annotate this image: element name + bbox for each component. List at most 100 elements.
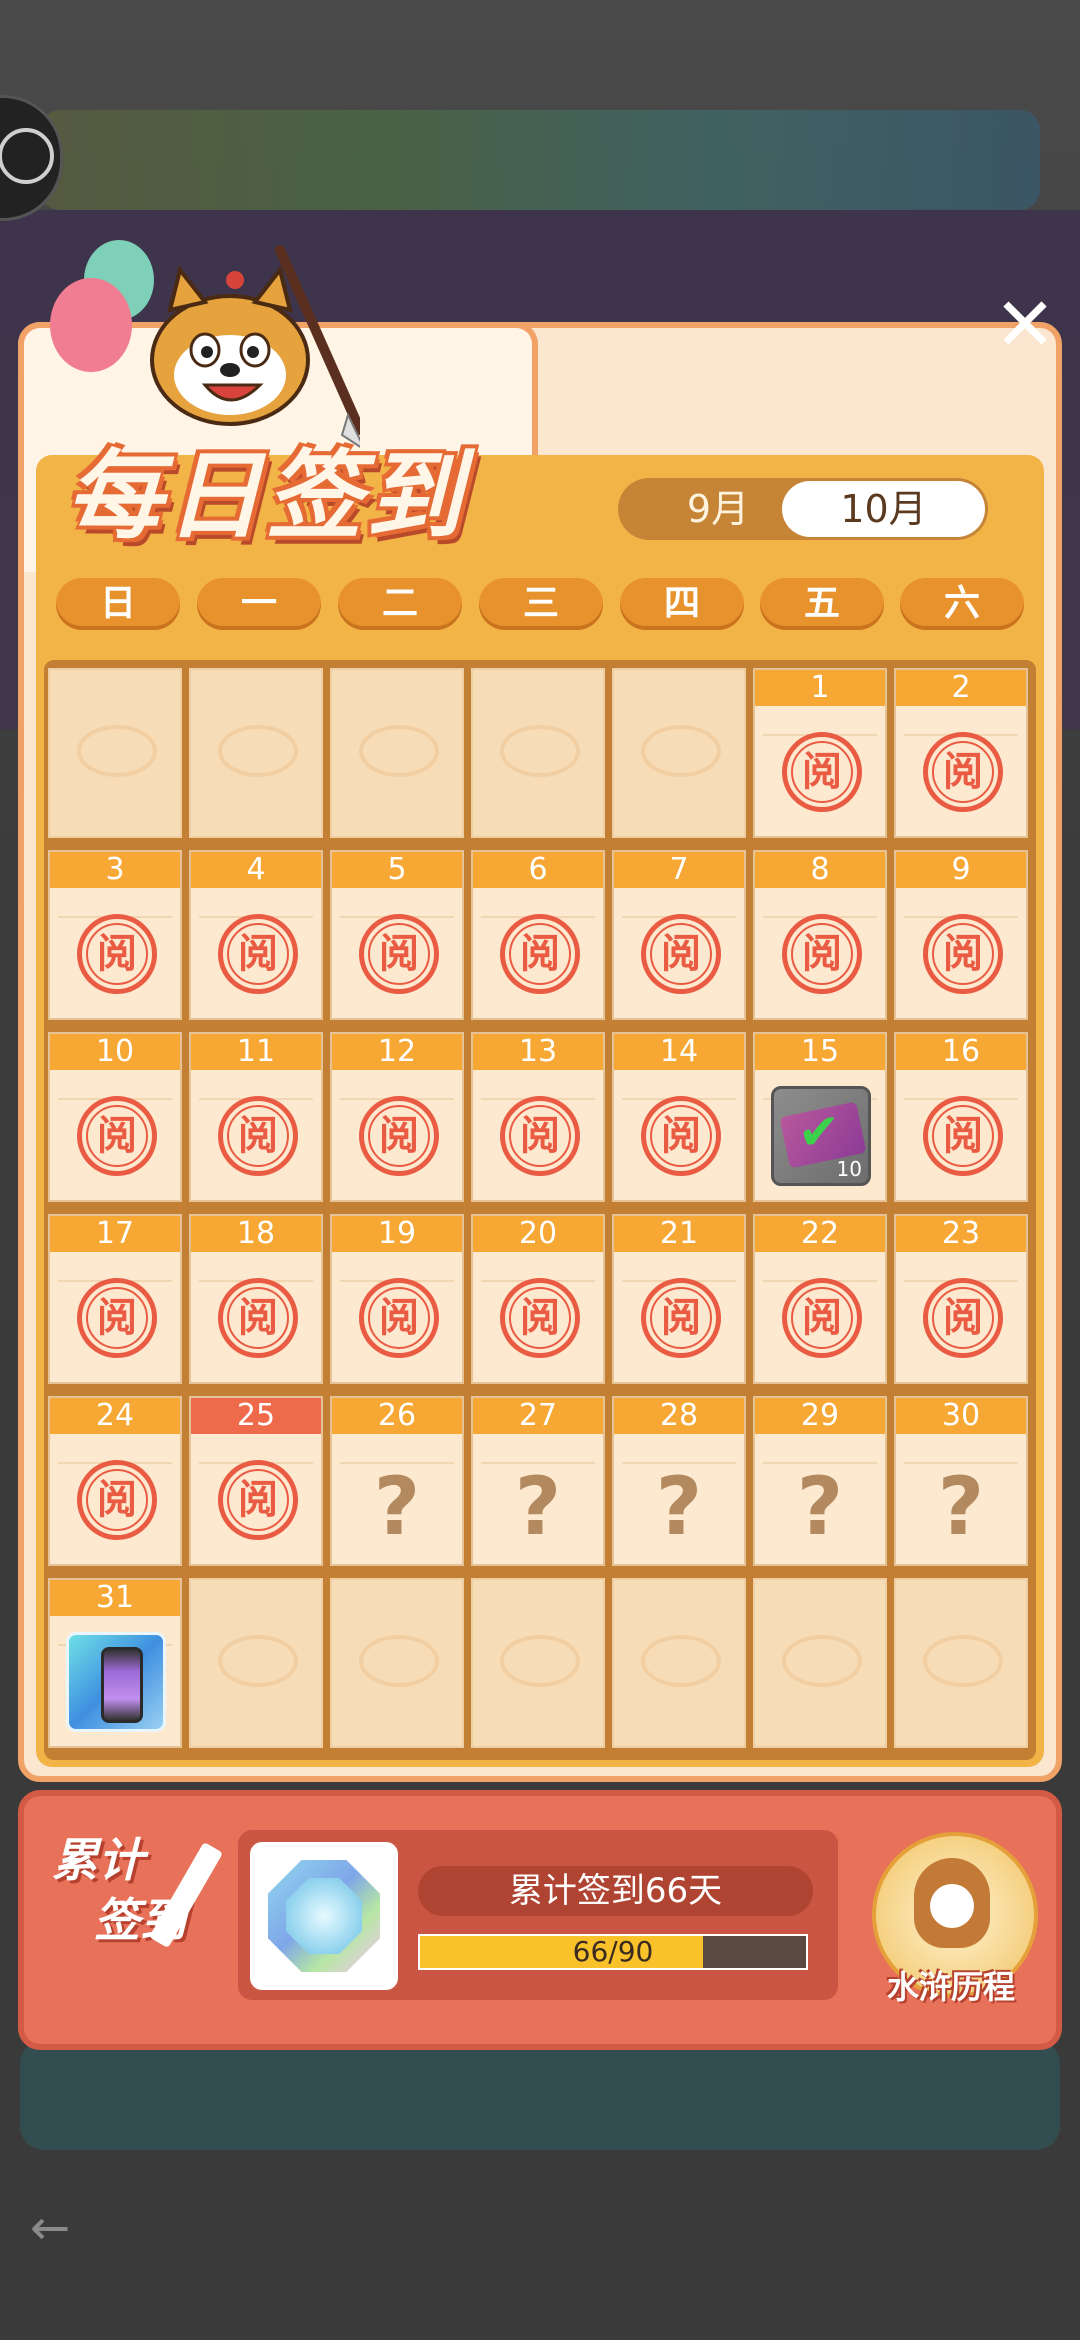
calendar-empty-cell: [471, 668, 605, 838]
day-number: 14: [614, 1034, 744, 1070]
read-stamp-icon: 阅: [782, 732, 862, 812]
day-number: 18: [191, 1216, 321, 1252]
calendar-day-cell[interactable]: 17 阅: [48, 1214, 182, 1384]
day-number: 11: [191, 1034, 321, 1070]
calendar-day-cell[interactable]: 23 阅: [894, 1214, 1028, 1384]
calendar-day-cell[interactable]: 12 阅: [330, 1032, 464, 1202]
question-mark-icon: ?: [514, 1460, 562, 1553]
day-number: 15: [755, 1034, 885, 1070]
read-stamp-icon: 阅: [218, 1278, 298, 1358]
raccoon-watermark-icon: [500, 1635, 580, 1687]
raccoon-watermark-icon: [218, 1635, 298, 1687]
calendar-day-cell[interactable]: 26?: [330, 1396, 464, 1566]
calendar-day-cell[interactable]: 19 阅: [330, 1214, 464, 1384]
calendar-empty-cell: [612, 668, 746, 838]
weekday-3: 三: [479, 578, 603, 630]
raccoon-watermark-icon: [923, 1635, 1003, 1687]
calendar-day-cell[interactable]: 1阅: [753, 668, 887, 838]
raccoon-watermark-icon: [782, 1635, 862, 1687]
calendar-day-cell[interactable]: 2阅: [894, 668, 1028, 838]
calendar-day-cell[interactable]: 4阅: [189, 850, 323, 1020]
day-number: 29: [755, 1398, 885, 1434]
day-number: 21: [614, 1216, 744, 1252]
day-number: 10: [50, 1034, 180, 1070]
read-stamp-icon: 阅: [923, 732, 1003, 812]
read-stamp-icon: 阅: [77, 914, 157, 994]
calendar-day-cell[interactable]: 13 阅: [471, 1032, 605, 1202]
read-stamp-icon: 阅: [782, 1278, 862, 1358]
calendar-day-cell[interactable]: 15 ✔ 10: [753, 1032, 887, 1202]
close-button[interactable]: ✕: [990, 288, 1060, 362]
question-mark-icon: ?: [373, 1460, 421, 1553]
calendar-day-cell[interactable]: 28?: [612, 1396, 746, 1566]
read-stamp-icon: 阅: [218, 1096, 298, 1176]
read-stamp-icon: 阅: [77, 1460, 157, 1540]
calendar-empty-cell: [894, 1578, 1028, 1748]
cumulative-reward-item[interactable]: [250, 1842, 398, 1990]
gem-core: [286, 1878, 362, 1954]
calendar-empty-cell: [330, 668, 464, 838]
calendar-day-cell[interactable]: 16 阅: [894, 1032, 1028, 1202]
read-stamp-icon: 阅: [359, 1278, 439, 1358]
day-number: 3: [50, 852, 180, 888]
day-number: 25: [191, 1398, 321, 1434]
journey-label[interactable]: 水浒历程: [866, 1962, 1036, 2008]
calendar-day-cell[interactable]: 20 阅: [471, 1214, 605, 1384]
cumulative-days-text: 累计签到66天: [418, 1866, 813, 1916]
calendar-day-cell[interactable]: 29?: [753, 1396, 887, 1566]
calendar-empty-cell: [48, 668, 182, 838]
raccoon-watermark-icon: [359, 1635, 439, 1687]
calendar-empty-cell: [471, 1578, 605, 1748]
balloon-icon: [50, 278, 132, 372]
read-stamp-icon: 阅: [359, 914, 439, 994]
calendar-day-cell[interactable]: 27?: [471, 1396, 605, 1566]
calendar-day-cell[interactable]: 9阅: [894, 850, 1028, 1020]
potion-reward-icon[interactable]: [66, 1632, 166, 1732]
month-tab-current[interactable]: 10月: [782, 481, 985, 537]
calendar-day-cell[interactable]: 7阅: [612, 850, 746, 1020]
cumulative-label-line2: 签到: [94, 1893, 186, 1947]
read-stamp-icon: 阅: [923, 914, 1003, 994]
calendar-day-cell[interactable]: 10 阅: [48, 1032, 182, 1202]
day-number: 28: [614, 1398, 744, 1434]
read-stamp-icon: 阅: [500, 914, 580, 994]
weekday-0: 日: [56, 578, 180, 630]
raccoon-icon: [914, 1858, 990, 1948]
calendar-day-cell[interactable]: 25 阅: [189, 1396, 323, 1566]
day-number: 27: [473, 1398, 603, 1434]
read-stamp-icon: 阅: [77, 1278, 157, 1358]
question-mark-icon: ?: [655, 1460, 703, 1553]
checkmark-icon: ✔: [798, 1103, 840, 1161]
day-number: 12: [332, 1034, 462, 1070]
read-stamp-icon: 阅: [359, 1096, 439, 1176]
raccoon-watermark-icon: [500, 725, 580, 777]
calendar-day-cell[interactable]: 21 阅: [612, 1214, 746, 1384]
weekday-2: 二: [338, 578, 462, 630]
day-number: 20: [473, 1216, 603, 1252]
raccoon-watermark-icon: [641, 1635, 721, 1687]
calendar-day-cell[interactable]: 5阅: [330, 850, 464, 1020]
day-number: 2: [896, 670, 1026, 706]
calendar-day-cell[interactable]: 18 阅: [189, 1214, 323, 1384]
day-number: 24: [50, 1398, 180, 1434]
day-number: 5: [332, 852, 462, 888]
calendar-day-cell[interactable]: 14 阅: [612, 1032, 746, 1202]
calendar-empty-cell: [330, 1578, 464, 1748]
calendar-day-cell[interactable]: 31: [48, 1578, 182, 1748]
calendar-day-cell[interactable]: 22 阅: [753, 1214, 887, 1384]
day-number: 1: [755, 670, 885, 706]
calendar-day-cell[interactable]: 11 阅: [189, 1032, 323, 1202]
calendar-day-cell[interactable]: 3阅: [48, 850, 182, 1020]
vial-icon: [101, 1647, 143, 1723]
calendar-day-cell[interactable]: 6阅: [471, 850, 605, 1020]
flower-icon: [0, 128, 54, 184]
raccoon-watermark-icon: [77, 725, 157, 777]
ticket-reward-icon[interactable]: ✔ 10: [771, 1086, 871, 1186]
cumulative-progress-bar: 66/90: [418, 1934, 808, 1970]
calendar-day-cell[interactable]: 30?: [894, 1396, 1028, 1566]
day-number: 17: [50, 1216, 180, 1252]
day-number: 9: [896, 852, 1026, 888]
calendar-day-cell[interactable]: 24 阅: [48, 1396, 182, 1566]
calendar-day-cell[interactable]: 8阅: [753, 850, 887, 1020]
read-stamp-icon: 阅: [782, 914, 862, 994]
